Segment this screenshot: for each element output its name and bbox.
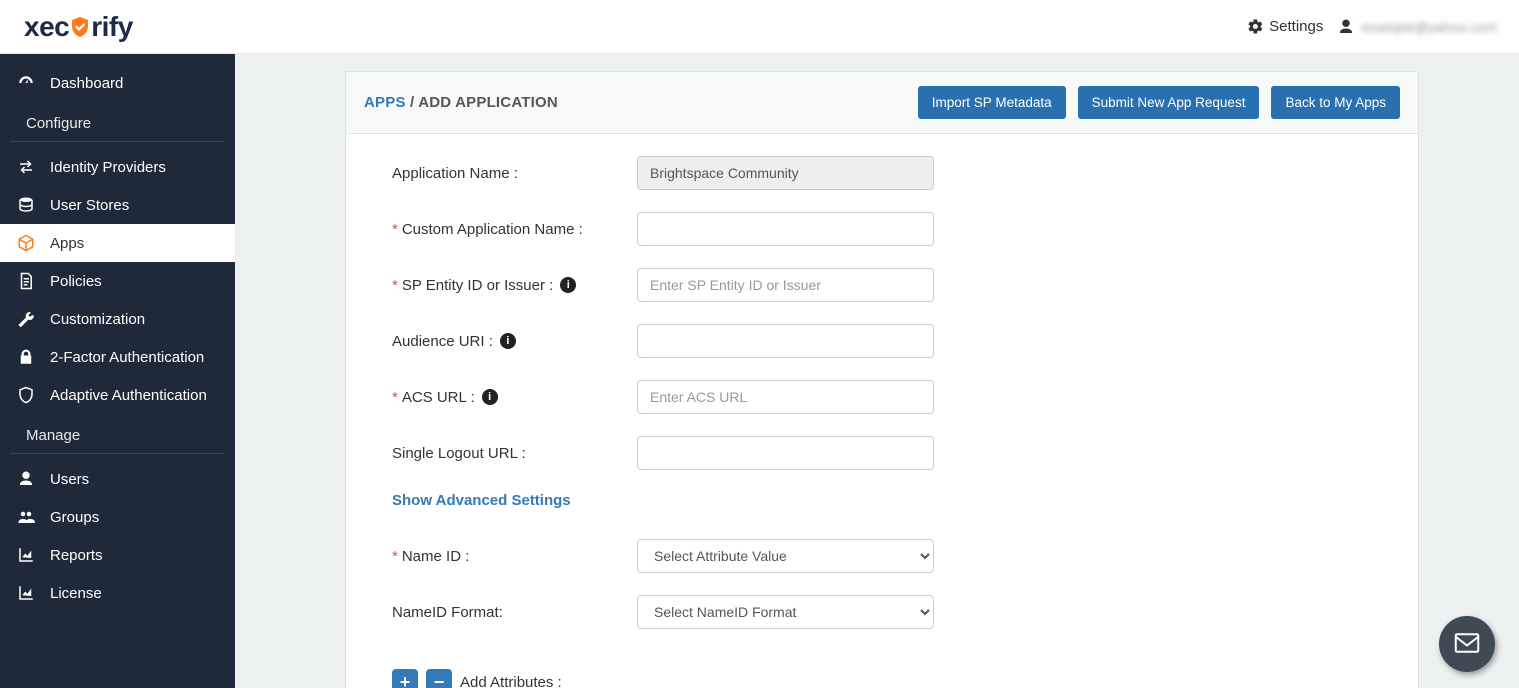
- audience-uri-input[interactable]: [637, 324, 934, 358]
- mail-icon: [1452, 628, 1482, 661]
- sidebar-item-reports[interactable]: Reports: [0, 536, 235, 574]
- user-icon: [1337, 18, 1355, 36]
- back-to-my-apps-button[interactable]: Back to My Apps: [1271, 86, 1400, 119]
- sidebar-item-label: Groups: [50, 509, 99, 526]
- single-logout-url-label: Single Logout URL :: [392, 445, 637, 462]
- acs-url-input[interactable]: [637, 380, 934, 414]
- sidebar-item-identity-providers[interactable]: Identity Providers: [0, 148, 235, 186]
- add-attributes-label: Add Attributes :: [460, 674, 562, 688]
- chart-icon: [16, 546, 36, 564]
- sidebar-item-license[interactable]: License: [0, 574, 235, 612]
- panel-body: Application Name : *Custom Application N…: [346, 134, 1418, 688]
- swap-icon: [16, 158, 36, 176]
- name-id-select[interactable]: Select Attribute Value: [637, 539, 934, 573]
- remove-attribute-button[interactable]: −: [426, 669, 452, 688]
- application-name-input: [637, 156, 934, 190]
- audience-uri-label: Audience URI :i: [392, 333, 637, 350]
- sidebar-item-label: Apps: [50, 235, 84, 252]
- box-icon: [16, 234, 36, 252]
- show-advanced-settings-link[interactable]: Show Advanced Settings: [392, 492, 571, 509]
- settings-label: Settings: [1269, 18, 1323, 35]
- dashboard-icon: [16, 74, 36, 92]
- brand-logo[interactable]: xec rify: [24, 11, 133, 43]
- info-icon[interactable]: i: [482, 389, 498, 405]
- wrench-icon: [16, 310, 36, 328]
- settings-link[interactable]: Settings: [1247, 18, 1323, 35]
- sidebar-item-label: Dashboard: [50, 75, 123, 92]
- sidebar-item-policies[interactable]: Policies: [0, 262, 235, 300]
- sidebar-item-label: Adaptive Authentication: [50, 387, 207, 404]
- sidebar-item-label: 2-Factor Authentication: [50, 349, 204, 366]
- sidebar-section-configure: Configure: [10, 106, 225, 142]
- breadcrumb: APPS / ADD APPLICATION: [364, 94, 558, 111]
- submit-new-app-request-button[interactable]: Submit New App Request: [1078, 86, 1260, 119]
- nameid-format-label: NameID Format:: [392, 604, 637, 621]
- breadcrumb-current: ADD APPLICATION: [418, 94, 558, 111]
- sidebar-item-user-stores[interactable]: User Stores: [0, 186, 235, 224]
- shield-icon: [16, 386, 36, 404]
- acs-url-label: *ACS URL :i: [392, 389, 637, 406]
- main-content: APPS / ADD APPLICATION Import SP Metadat…: [235, 54, 1519, 688]
- custom-application-name-input[interactable]: [637, 212, 934, 246]
- chat-fab[interactable]: [1439, 616, 1495, 672]
- user-menu[interactable]: example@yahoo.com: [1337, 18, 1497, 36]
- add-attributes-row: + − Add Attributes :: [392, 669, 1372, 688]
- db-icon: [16, 196, 36, 214]
- sidebar-item-2fa[interactable]: 2-Factor Authentication: [0, 338, 235, 376]
- sp-entity-id-input[interactable]: [637, 268, 934, 302]
- sidebar-item-label: Users: [50, 471, 89, 488]
- gear-icon: [1247, 18, 1264, 35]
- brand-post: rify: [91, 11, 133, 43]
- chart-icon: [16, 584, 36, 602]
- panel-header: APPS / ADD APPLICATION Import SP Metadat…: [346, 72, 1418, 134]
- single-logout-url-input[interactable]: [637, 436, 934, 470]
- application-name-label: Application Name :: [392, 165, 637, 182]
- sidebar: Dashboard Configure Identity Providers U…: [0, 54, 235, 688]
- sidebar-item-label: Identity Providers: [50, 159, 166, 176]
- doc-icon: [16, 272, 36, 290]
- sidebar-item-customization[interactable]: Customization: [0, 300, 235, 338]
- sidebar-item-apps[interactable]: Apps: [0, 224, 235, 262]
- group-icon: [16, 508, 36, 526]
- custom-application-name-label: *Custom Application Name :: [392, 221, 637, 238]
- lock-icon: [16, 348, 36, 366]
- sp-entity-id-label: *SP Entity ID or Issuer :i: [392, 277, 637, 294]
- sidebar-item-users[interactable]: Users: [0, 460, 235, 498]
- sidebar-item-label: Reports: [50, 547, 103, 564]
- name-id-label: *Name ID :: [392, 548, 637, 565]
- sidebar-item-groups[interactable]: Groups: [0, 498, 235, 536]
- sidebar-item-dashboard[interactable]: Dashboard: [0, 64, 235, 102]
- sidebar-item-label: Customization: [50, 311, 145, 328]
- add-application-panel: APPS / ADD APPLICATION Import SP Metadat…: [345, 71, 1419, 688]
- import-sp-metadata-button[interactable]: Import SP Metadata: [918, 86, 1066, 119]
- brand-pre: xec: [24, 11, 69, 43]
- sidebar-item-label: Policies: [50, 273, 102, 290]
- topbar: xec rify Settings example@yahoo.com: [0, 0, 1519, 54]
- nameid-format-select[interactable]: Select NameID Format: [637, 595, 934, 629]
- sidebar-section-manage: Manage: [10, 418, 225, 454]
- info-icon[interactable]: i: [560, 277, 576, 293]
- breadcrumb-sep: /: [410, 94, 418, 111]
- brand-shield-icon: [68, 15, 92, 39]
- sidebar-item-adaptive-auth[interactable]: Adaptive Authentication: [0, 376, 235, 414]
- sidebar-item-label: License: [50, 585, 102, 602]
- user-icon: [16, 470, 36, 488]
- sidebar-item-label: User Stores: [50, 197, 129, 214]
- add-attribute-button[interactable]: +: [392, 669, 418, 688]
- info-icon[interactable]: i: [500, 333, 516, 349]
- breadcrumb-apps-link[interactable]: APPS: [364, 94, 406, 111]
- user-email: example@yahoo.com: [1361, 19, 1497, 35]
